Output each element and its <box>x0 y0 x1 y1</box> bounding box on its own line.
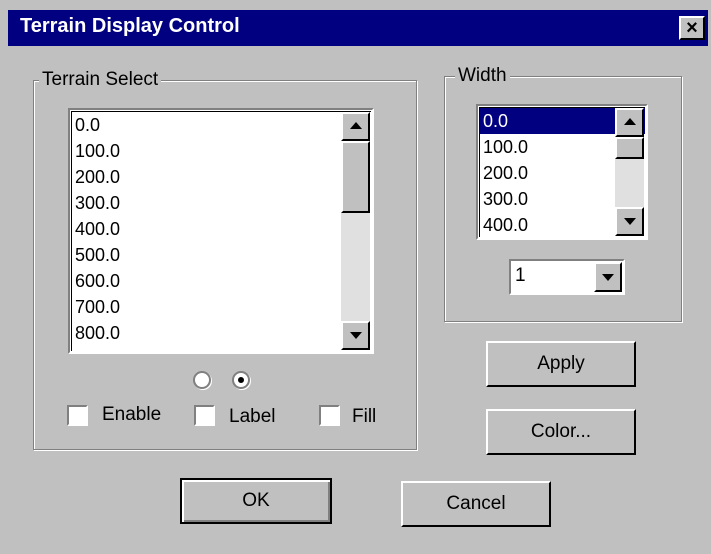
list-item[interactable]: 200.0 <box>72 164 371 190</box>
width-combo-value: 1 <box>515 265 526 286</box>
radio-option-1[interactable] <box>193 371 211 389</box>
cancel-button[interactable]: Cancel <box>401 481 551 527</box>
terrain-list-scrollbar[interactable] <box>341 112 370 350</box>
scroll-thumb[interactable] <box>341 141 370 213</box>
fill-label: Fill <box>352 406 377 427</box>
list-item[interactable]: 800.0 <box>72 320 371 346</box>
width-list[interactable]: 0.0 100.0 200.0 300.0 400.0 <box>476 104 648 240</box>
list-item[interactable]: 100.0 <box>72 138 371 164</box>
terrain-list[interactable]: 0.0 100.0 200.0 300.0 400.0 500.0 600.0 700.0 80… <box>68 108 374 354</box>
list-item[interactable]: 400.0 <box>72 216 371 242</box>
list-item[interactable]: 0.0 <box>72 112 371 138</box>
chevron-up-icon <box>350 122 362 129</box>
width-label: Width <box>455 65 510 87</box>
window-title: Terrain Display Control <box>20 15 240 37</box>
scroll-down-button[interactable] <box>341 321 370 350</box>
label-checkbox[interactable] <box>194 405 215 426</box>
enable-label: Enable <box>102 404 162 425</box>
close-icon: × <box>686 17 698 39</box>
width-list-scrollbar[interactable] <box>615 108 644 236</box>
title-bar[interactable]: Terrain Display Control × <box>8 10 708 46</box>
combo-dropdown-button[interactable] <box>594 262 622 292</box>
radio-option-2[interactable] <box>232 371 250 389</box>
ok-button[interactable]: OK <box>180 478 332 524</box>
list-item[interactable]: 700.0 <box>72 294 371 320</box>
terrain-select-label: Terrain Select <box>39 69 162 91</box>
terrain-list-items: 0.0 100.0 200.0 300.0 400.0 500.0 600.0 700.0 80… <box>71 111 371 351</box>
scroll-thumb[interactable] <box>615 137 644 159</box>
enable-checkbox[interactable] <box>67 405 88 426</box>
close-button[interactable]: × <box>679 16 705 40</box>
fill-checkbox[interactable] <box>319 405 340 426</box>
terrain-display-dialog: Terrain Display Control × Terrain Select… <box>0 0 711 554</box>
width-combo[interactable]: 1 <box>509 259 625 295</box>
list-item[interactable]: 300.0 <box>72 190 371 216</box>
chevron-up-icon <box>624 118 636 125</box>
chevron-down-icon <box>350 332 362 339</box>
chevron-down-icon <box>624 218 636 225</box>
list-item[interactable]: 900.0 <box>72 346 371 351</box>
color-button[interactable]: Color... <box>486 409 636 455</box>
label-label: Label <box>229 406 276 427</box>
list-item[interactable]: 500.0 <box>72 242 371 268</box>
scroll-up-button[interactable] <box>341 112 370 141</box>
scroll-down-button[interactable] <box>615 207 644 236</box>
chevron-down-icon <box>602 274 614 281</box>
radio-dot <box>238 377 244 383</box>
list-item[interactable]: 600.0 <box>72 268 371 294</box>
apply-button[interactable]: Apply <box>486 341 636 387</box>
scroll-up-button[interactable] <box>615 108 644 137</box>
